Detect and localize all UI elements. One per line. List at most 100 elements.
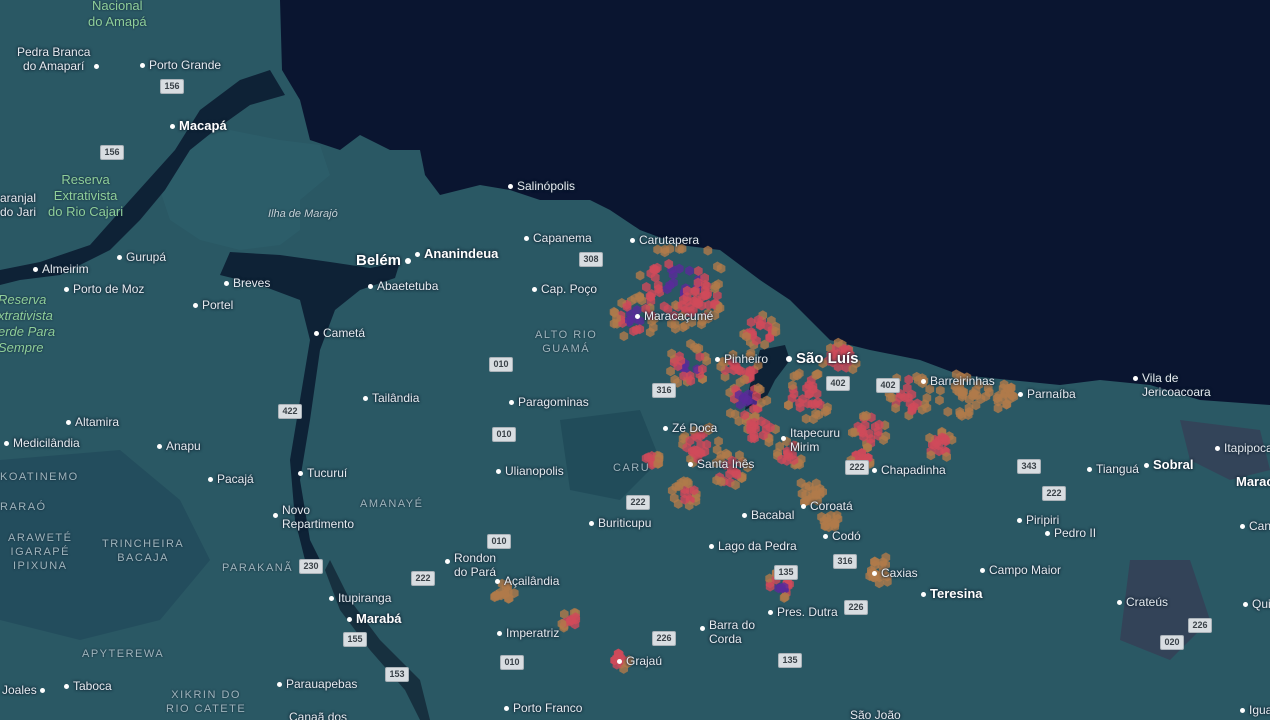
city-label-sao-joao[interactable]: São João [850,708,901,720]
city-label-novo-repartimento[interactable]: Novo Repartimento [273,503,354,531]
city-label-breves[interactable]: Breves [224,276,270,290]
city-label-maracanau[interactable]: Marac [1236,475,1270,489]
city-label-ulianopolis[interactable]: Ulianopolis [496,464,564,478]
map-base [0,0,1270,720]
city-label-anapu[interactable]: Anapu [157,439,201,453]
city-label-paragominas[interactable]: Paragominas [509,395,589,409]
city-label-maraba[interactable]: Marabá [347,612,402,626]
road-shield: 230 [299,559,323,574]
road-shield: 316 [833,554,857,569]
city-label-carutapera[interactable]: Carutapera [630,233,699,247]
road-shield: 010 [492,427,516,442]
city-label-pacaja[interactable]: Pacajá [208,472,254,486]
city-label-bacabal[interactable]: Bacabal [742,508,794,522]
city-label-lago-da-pedra[interactable]: Lago da Pedra [709,539,797,553]
road-shield: 135 [778,653,802,668]
city-label-iguatu[interactable]: Iguat [1240,703,1270,717]
area-label-amanaye: AMANAYÉ [360,498,424,510]
road-shield: 222 [411,571,435,586]
city-label-grajau[interactable]: Grajaú [617,654,662,668]
city-label-imperatriz[interactable]: Imperatriz [497,626,559,640]
city-label-gurupa[interactable]: Gurupá [117,250,166,264]
city-label-ze-doca[interactable]: Zé Doca [663,421,717,435]
city-label-campo-maior[interactable]: Campo Maior [980,563,1061,577]
city-label-tailandia[interactable]: Tailândia [363,391,419,405]
city-label-joales[interactable]: Joales [2,683,49,697]
city-label-caninde[interactable]: Can [1240,519,1270,533]
city-label-jericoacoara[interactable]: Vila de Jericoacoara [1133,371,1211,399]
area-label-trincheira-bacaja: TRINCHEIRA BACAJA [102,538,185,564]
city-label-barra-do-corda[interactable]: Barra do Corda [700,618,755,646]
city-label-chapadinha[interactable]: Chapadinha [872,463,946,477]
city-label-cap-poco[interactable]: Cap. Poço [532,282,597,296]
city-label-piripiri[interactable]: Piripiri [1017,513,1059,527]
city-label-acailandia[interactable]: Açailândia [495,574,559,588]
city-label-caxias[interactable]: Caxias [872,566,918,580]
map-view[interactable]: Nacional do Amapá Reserva Extrativista d… [0,0,1270,720]
city-label-itapecuru-mirim[interactable]: Itapecuru Mirim [781,426,840,454]
city-label-quixada[interactable]: Quix [1243,597,1270,611]
road-shield: 010 [500,655,524,670]
road-shield: 308 [579,252,603,267]
road-shield: 222 [845,460,869,475]
city-label-porto-franco[interactable]: Porto Franco [504,701,582,715]
city-label-taboca[interactable]: Taboca [64,679,112,693]
city-label-teresina[interactable]: Teresina [921,587,983,601]
city-label-santa-ines[interactable]: Santa Inês [688,457,754,471]
area-label-parakana: PARAKANÃ [222,562,294,574]
road-shield: 226 [1188,618,1212,633]
city-label-capanema[interactable]: Capanema [524,231,592,245]
island-label-marajo: Ilha de Marajó [268,208,338,220]
area-label-xikrin: XIKRIN DO RIO CATETE [166,689,247,715]
city-label-belem[interactable]: Belém [356,253,415,268]
road-shield: 402 [826,376,850,391]
city-label-pinheiro[interactable]: Pinheiro [715,352,768,366]
city-label-porto-de-moz[interactable]: Porto de Moz [64,282,144,296]
city-label-sao-luis[interactable]: São Luís [786,351,859,366]
road-shield: 226 [844,600,868,615]
area-label-apyterewa: APYTEREWA [82,648,165,660]
city-label-altamira[interactable]: Altamira [66,415,119,429]
city-label-macapa[interactable]: Macapá [170,119,227,133]
road-shield: 153 [385,667,409,682]
city-label-itupiranga[interactable]: Itupiranga [329,591,391,605]
city-label-codo[interactable]: Codó [823,529,861,543]
road-shield: 156 [160,79,184,94]
city-label-parnaiba[interactable]: Parnaíba [1018,387,1076,401]
road-shield: 316 [652,383,676,398]
city-label-porto-grande[interactable]: Porto Grande [140,58,221,72]
city-label-coroata[interactable]: Coroatá [801,499,853,513]
area-label-raraho: RARAÓ [0,501,47,513]
city-label-sobral[interactable]: Sobral [1144,458,1193,472]
road-shield: 222 [1042,486,1066,501]
city-label-almeirim[interactable]: Almeirim [33,262,89,276]
city-label-medicilandia[interactable]: Medicilândia [4,436,80,450]
city-label-crateus[interactable]: Crateús [1117,595,1168,609]
city-label-itapipoca[interactable]: Itapipoca [1215,441,1270,455]
park-label-nacional-amapa: Nacional do Amapá [88,0,147,29]
city-label-pedro-ii[interactable]: Pedro II [1045,526,1096,540]
road-shield: 156 [100,145,124,160]
city-label-ananindeua[interactable]: Ananindeua [415,247,498,261]
city-label-portel[interactable]: Portel [193,298,233,312]
city-label-cameta[interactable]: Cametá [314,326,365,340]
area-label-arawete: ARAWETÉ IGARAPÉ IPIXUNA [8,532,73,572]
city-label-tiangua[interactable]: Tianguá [1087,462,1139,476]
city-label-salinopolis[interactable]: Salinópolis [508,179,575,193]
city-label-buriticupu[interactable]: Buriticupu [589,516,651,530]
area-label-caru: CARU [613,462,651,474]
city-label-laranjal-do-jari[interactable]: aranjal do Jari [0,191,36,219]
city-label-pres-dutra[interactable]: Pres. Dutra [768,605,838,619]
road-shield: 402 [876,378,900,393]
city-label-pedra-branca[interactable]: Pedra Branca do Amaparí [17,45,103,73]
park-label-verde-para-sempre: Reserva xtrativista erde Para Sempre [0,292,56,355]
city-label-maracacume[interactable]: Maracaçumé [635,309,713,323]
city-label-rondon-do-para[interactable]: Rondon do Pará [445,551,496,579]
city-label-barreirinhas[interactable]: Barreirinhas [921,374,995,388]
park-label-rio-cajari: Reserva Extrativista do Rio Cajari [48,172,124,219]
road-shield: 343 [1017,459,1041,474]
city-label-canaa-dos[interactable]: Canaã dos [289,710,347,720]
city-label-parauapebas[interactable]: Parauapebas [277,677,357,691]
city-label-abaetetuba[interactable]: Abaetetuba [368,279,438,293]
city-label-tucurui[interactable]: Tucuruí [298,466,347,480]
